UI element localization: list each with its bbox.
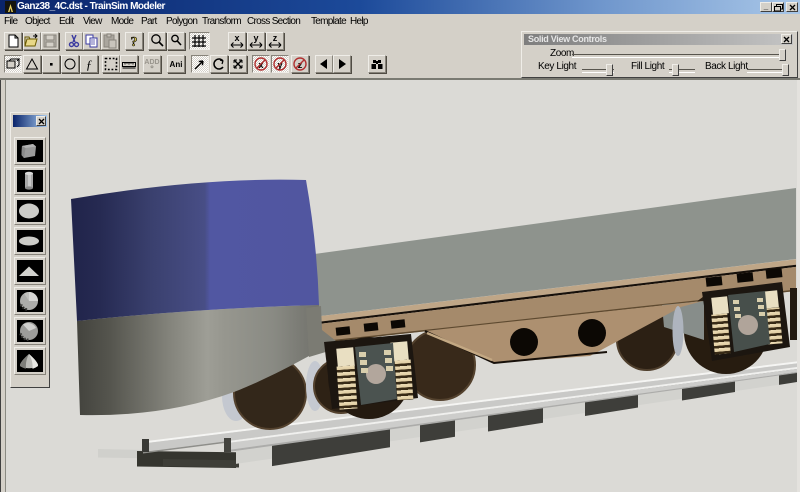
svg-text:y: y	[253, 33, 258, 43]
svg-text:ƒ: ƒ	[86, 57, 93, 72]
svg-text:x: x	[234, 33, 239, 43]
svg-text:ADD: ADD	[144, 59, 159, 66]
svg-text:?: ?	[131, 35, 138, 49]
svg-text:Ani: Ani	[170, 60, 183, 69]
svg-text:z: z	[273, 33, 278, 43]
